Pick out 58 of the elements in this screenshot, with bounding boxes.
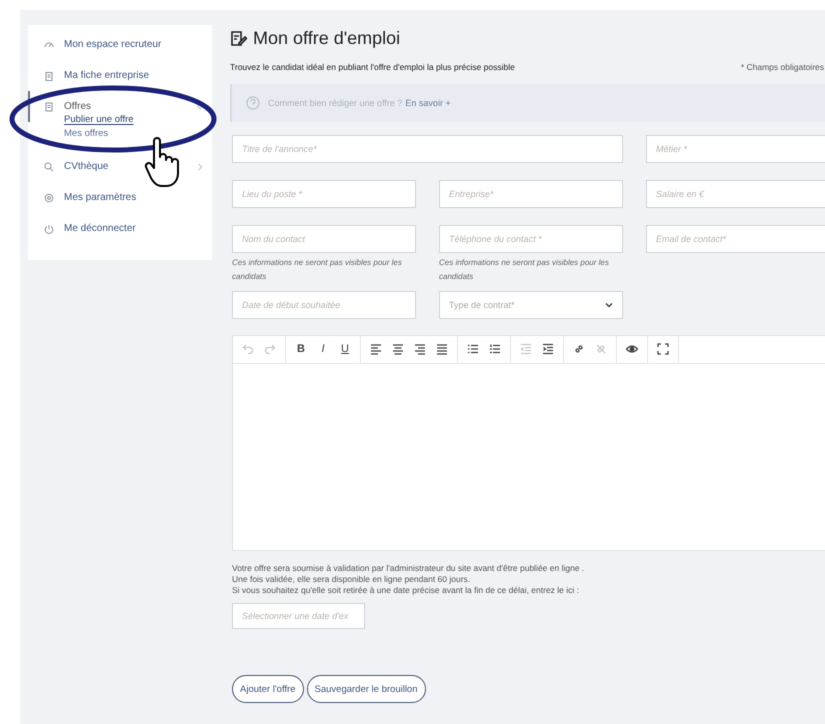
- clipboard-icon: [44, 70, 54, 80]
- input-field[interactable]: Titre de l'annonce*: [232, 135, 623, 163]
- required-note: * Champs obligatoires: [740, 62, 824, 72]
- learn-more-link[interactable]: En savoir +: [405, 98, 451, 108]
- sidebar-item[interactable]: Me déconnecter: [28, 213, 212, 244]
- submenu-link[interactable]: Mes offres: [64, 128, 108, 139]
- indent-icon: [542, 343, 554, 355]
- input-field[interactable]: Métier *: [646, 135, 825, 163]
- notice-text: Votre offre sera soumise à validation par l'administrateur du site avant d'être publiée en ligne .: [232, 563, 586, 574]
- unlink-icon: [595, 343, 607, 355]
- rich-text-editor[interactable]: B I U: [232, 335, 825, 551]
- action-button[interactable]: Sauvegarder le brouillon: [306, 675, 426, 703]
- help-icon: [246, 96, 260, 110]
- document-icon: [44, 102, 54, 112]
- notice-text: Si vous souhaitez qu'elle soit retirée à une date précise avant la fin de ce délai, entrez le ici :: [232, 585, 580, 596]
- input-field[interactable]: Date de début souhaitée: [232, 291, 416, 319]
- page-title: Mon offre d'emploi: [253, 28, 400, 49]
- date-field[interactable]: Sélectionner une date d'ex: [232, 603, 365, 629]
- align-center-icon: [392, 343, 404, 355]
- outdent-icon: [520, 343, 532, 355]
- redo-icon: [264, 343, 276, 355]
- bullets-icon: [467, 343, 479, 355]
- settings-icon: [44, 192, 54, 202]
- preview-icon: [626, 343, 638, 355]
- undo-icon: [242, 343, 254, 355]
- input-field[interactable]: Téléphone du contact *: [439, 225, 623, 253]
- sidebar-item[interactable]: Mon espace recruteur: [28, 29, 212, 60]
- underline-button[interactable]: U: [334, 336, 356, 362]
- input-field[interactable]: Nom du contact: [232, 225, 416, 253]
- align-left-icon: [370, 343, 382, 355]
- tip-text: Comment bien rédiger une offre ?: [268, 98, 402, 108]
- chevron-down-icon: [196, 102, 204, 110]
- submenu-link[interactable]: Publier une offre: [64, 114, 134, 125]
- chevron-right-icon: [196, 162, 204, 170]
- numbers-icon: [489, 343, 501, 355]
- sidebar-item[interactable]: CVthèque: [28, 151, 212, 182]
- link-icon: [573, 343, 585, 355]
- bold-button[interactable]: B: [290, 336, 312, 362]
- input-field[interactable]: Salaire en €: [646, 180, 825, 208]
- justify-icon: [436, 343, 448, 355]
- input-field[interactable]: Lieu du poste *: [232, 180, 416, 208]
- input-field[interactable]: Email de contact*: [646, 225, 825, 253]
- gauge-icon: [44, 40, 54, 50]
- fullscreen-icon: [657, 343, 669, 355]
- caret-icon: [605, 302, 613, 308]
- edit-document-icon: [230, 30, 247, 47]
- notice-text: Une fois validée, elle sera disponible en ligne pendant 60 jours.: [232, 574, 472, 585]
- field-hint: Ces informations ne seront pas visibles pour les candidats: [232, 257, 403, 283]
- sidebar-item[interactable]: Ma fiche entreprise: [28, 60, 212, 91]
- page-subtitle: Trouvez le candidat idéal en publiant l'offre d'emploi la plus précise possible: [230, 62, 515, 72]
- power-icon: [44, 224, 54, 234]
- sidebar-item[interactable]: Mes paramètres: [28, 182, 212, 213]
- search-icon: [44, 162, 54, 172]
- align-right-icon: [414, 343, 426, 355]
- input-field[interactable]: Entreprise*: [439, 180, 623, 208]
- action-button[interactable]: Ajouter l'offre: [232, 675, 304, 703]
- field-hint: Ces informations ne seront pas visibles pour les candidats: [439, 257, 610, 283]
- italic-button[interactable]: I: [312, 336, 334, 362]
